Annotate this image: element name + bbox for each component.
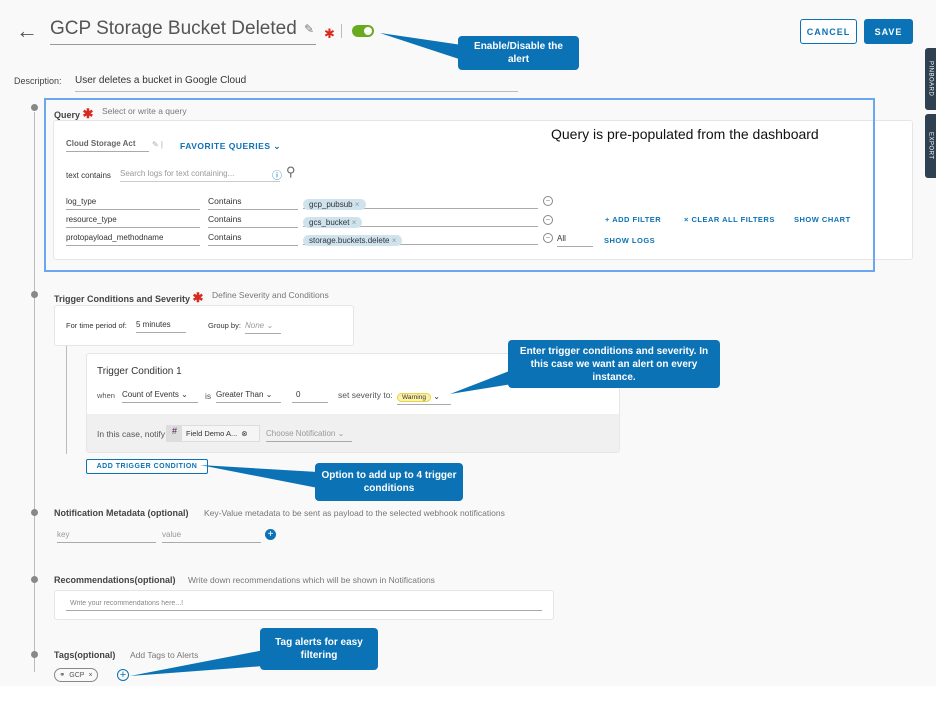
callout-pointer [130, 650, 264, 676]
alert-editor-page: ← GCP Storage Bucket Deleted ✎ ✱ CANCEL … [0, 0, 936, 686]
callout-pointer [200, 465, 318, 488]
callout-pointers [130, 33, 512, 676]
toggle-callout: Enable/Disable the alert [458, 36, 579, 70]
trigger-callout: Enter trigger conditions and severity. I… [508, 340, 720, 388]
callout-pointer [380, 33, 462, 60]
add-condition-callout: Option to add up to 4 trigger conditions [315, 463, 463, 501]
callout-pointer [450, 370, 512, 394]
tags-callout: Tag alerts for easy filtering [260, 628, 378, 670]
